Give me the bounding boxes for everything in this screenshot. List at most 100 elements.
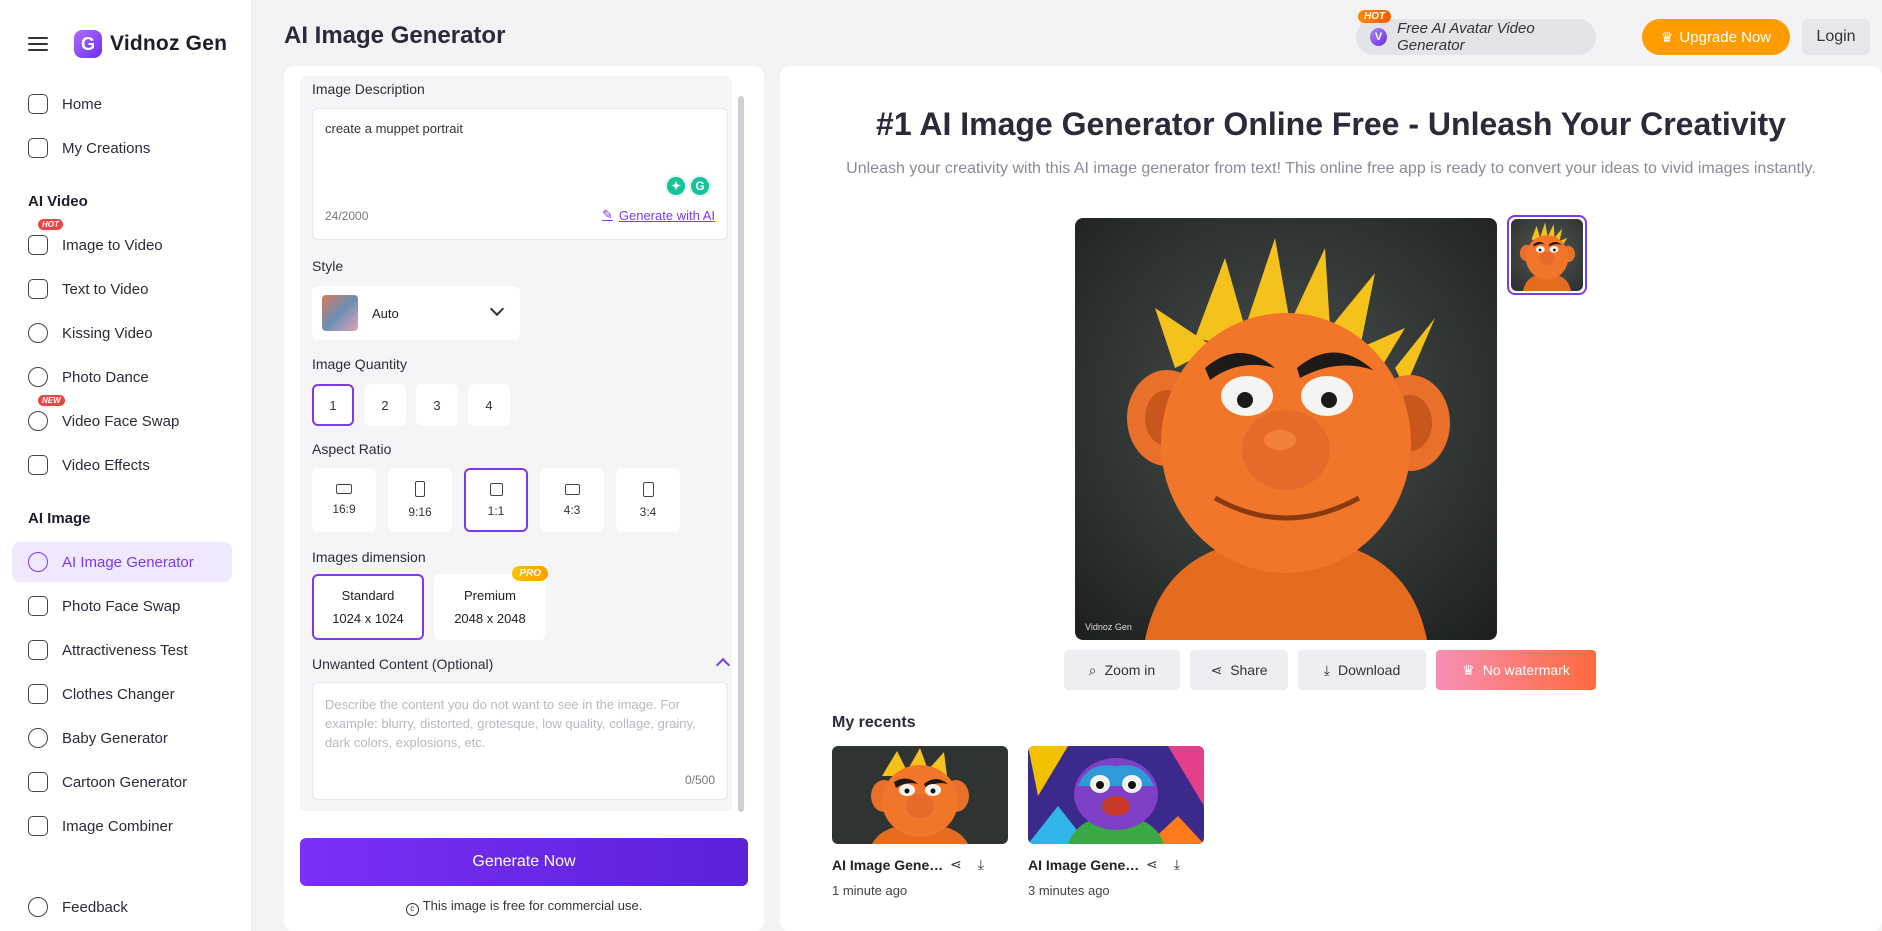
download-icon[interactable]: ⤓: [978, 856, 984, 873]
brand-name[interactable]: Vidnoz Gen: [110, 32, 227, 56]
home-icon: [28, 94, 48, 114]
share-icon[interactable]: ⋖: [1146, 856, 1158, 873]
sparkle-icon: [28, 552, 48, 572]
hot-badge: HOT: [1358, 10, 1392, 23]
sidebar-item-photo-dance[interactable]: Photo Dance: [12, 357, 232, 397]
sidebar-item-my-creations[interactable]: My Creations: [12, 128, 232, 168]
copyright-icon: c: [405, 903, 419, 916]
kiss-icon: [28, 323, 48, 343]
share-icon: ⋖: [1210, 661, 1223, 678]
dimension-size: 1024 x 1024: [332, 611, 404, 626]
grammarly-widget[interactable]: ✦ G: [665, 175, 711, 197]
style-select[interactable]: Auto: [312, 286, 520, 340]
sidebar-item-label: My Creations: [62, 139, 151, 157]
sidebar-item-feedback[interactable]: Feedback: [12, 887, 232, 927]
sidebar-item-label: AI Image Generator: [62, 553, 194, 571]
sidebar-item-ai-image-generator[interactable]: AI Image Generator: [12, 542, 232, 582]
quantity-option-2[interactable]: 2: [364, 384, 406, 426]
hamburger-menu-icon[interactable]: [26, 32, 50, 56]
ratio-option-1-1[interactable]: 1:1: [464, 468, 528, 532]
face-icon: [28, 596, 48, 616]
sidebar-item-text-to-video[interactable]: Text to Video: [12, 269, 232, 309]
ratio-label: 4:3: [563, 502, 581, 517]
no-watermark-button[interactable]: ♛ No watermark: [1436, 650, 1596, 690]
recent-item-time: 3 minutes ago: [1028, 883, 1110, 898]
ratio-option-3-4[interactable]: 3:4: [616, 468, 680, 532]
sidebar: G Vidnoz Gen Home My Creations AI Video …: [0, 0, 252, 931]
share-button[interactable]: ⋖ Share: [1190, 650, 1288, 690]
pro-badge: PRO: [512, 566, 548, 581]
share-icon[interactable]: ⋖: [950, 856, 962, 873]
download-icon[interactable]: ⤓: [1174, 856, 1180, 873]
quantity-option-3[interactable]: 3: [416, 384, 458, 426]
sidebar-item-image-combiner[interactable]: Image Combiner: [12, 806, 232, 846]
muppet-portrait: [1127, 238, 1450, 640]
download-label: Download: [1337, 662, 1401, 678]
dimension-name: Premium: [463, 588, 516, 603]
generate-with-ai-label: Generate with AI: [618, 207, 715, 223]
section-title-ai-video: AI Video: [28, 193, 88, 210]
unwanted-content-input[interactable]: Describe the content you do not want to …: [312, 682, 728, 800]
zoom-in-label: Zoom in: [1104, 662, 1156, 678]
style-value: Auto: [372, 305, 399, 321]
recent-thumbnail[interactable]: [832, 746, 1008, 844]
vidnoz-logo-icon[interactable]: G: [74, 30, 102, 58]
hero-subtitle: Unleash your creativity with this AI ima…: [846, 160, 1816, 177]
no-watermark-label: No watermark: [1482, 662, 1570, 678]
shirt-icon: [28, 684, 48, 704]
landscape-ratio-icon: [336, 484, 352, 494]
sidebar-item-video-effects[interactable]: Video Effects: [12, 445, 232, 485]
vidnoz-v-icon: V: [1370, 28, 1388, 46]
scrollbar[interactable]: [738, 96, 744, 812]
crown-icon: ♛: [1462, 661, 1475, 678]
dance-icon: [28, 367, 48, 387]
sidebar-item-kissing-video[interactable]: Kissing Video: [12, 313, 232, 353]
sidebar-item-photo-face-swap[interactable]: Photo Face Swap: [12, 586, 232, 626]
image-description-label: Image Description: [312, 81, 425, 97]
generated-thumbnail[interactable]: [1507, 215, 1587, 295]
image-video-icon: [28, 235, 48, 255]
sidebar-item-baby-generator[interactable]: Baby Generator: [12, 718, 232, 758]
dimension-premium-option[interactable]: PRO Premium 2048 x 2048: [434, 566, 548, 640]
recent-item[interactable]: AI Image Generator ⋖ ⤓ 1 minute ago: [832, 746, 1008, 898]
recent-item-name: AI Image Generator: [832, 856, 944, 873]
avatar-generator-link[interactable]: HOT V Free AI Avatar Video Generator: [1356, 10, 1596, 55]
ratio-label: 3:4: [639, 504, 657, 519]
recent-item[interactable]: AI Image Generator ⋖ ⤓ 3 minutes ago: [1028, 746, 1204, 898]
generator-form-panel: Image Description create a muppet portra…: [284, 66, 764, 931]
sidebar-item-home[interactable]: Home: [12, 84, 232, 124]
generated-image[interactable]: Vidnoz Gen: [1075, 218, 1497, 640]
login-button[interactable]: Login: [1802, 19, 1870, 55]
sidebar-item-label: Image to Video: [62, 236, 163, 254]
ratio-label: 16:9: [332, 502, 356, 516]
dimension-size: 2048 x 2048: [454, 611, 526, 626]
sidebar-item-image-to-video[interactable]: HOT Image to Video: [12, 219, 232, 265]
sidebar-item-clothes-changer[interactable]: Clothes Changer: [12, 674, 232, 714]
sidebar-item-label: Photo Face Swap: [62, 597, 181, 615]
download-icon: ⤓: [1323, 661, 1330, 678]
sidebar-item-attractiveness-test[interactable]: Attractiveness Test: [12, 630, 232, 670]
sidebar-item-label: Photo Dance: [62, 368, 149, 386]
grammarly-suggestion-icon[interactable]: ✦: [665, 175, 687, 197]
dimension-standard-option[interactable]: Standard 1024 x 1024: [312, 574, 424, 640]
ratio-option-9-16[interactable]: 9:16: [388, 468, 452, 532]
baby-icon: [28, 728, 48, 748]
ratio-option-16-9[interactable]: 16:9: [312, 468, 376, 532]
generate-with-ai-link[interactable]: ✎ Generate with AI: [602, 207, 715, 223]
grammarly-icon[interactable]: G: [689, 175, 711, 197]
face-swap-icon: [28, 411, 48, 431]
generate-now-button[interactable]: Generate Now: [300, 838, 748, 886]
magic-wand-icon: ✎: [601, 207, 613, 222]
quantity-option-4[interactable]: 4: [468, 384, 510, 426]
zoom-in-button[interactable]: ⌕ Zoom in: [1064, 650, 1180, 690]
quantity-option-1[interactable]: 1: [312, 384, 354, 426]
sidebar-item-cartoon-generator[interactable]: Cartoon Generator: [12, 762, 232, 802]
download-button[interactable]: ⤓ Download: [1298, 650, 1426, 690]
ratio-option-4-3[interactable]: 4:3: [540, 468, 604, 532]
sidebar-item-label: Feedback: [62, 898, 128, 916]
upgrade-button[interactable]: ♛ Upgrade Now: [1642, 19, 1790, 55]
sidebar-item-video-face-swap[interactable]: NEW Video Face Swap: [12, 395, 232, 441]
recent-thumbnail[interactable]: [1028, 746, 1204, 844]
dimension-name: Standard: [341, 588, 395, 603]
image-description-input[interactable]: create a muppet portrait ✦ G 24/2000 ✎ G…: [312, 108, 728, 240]
